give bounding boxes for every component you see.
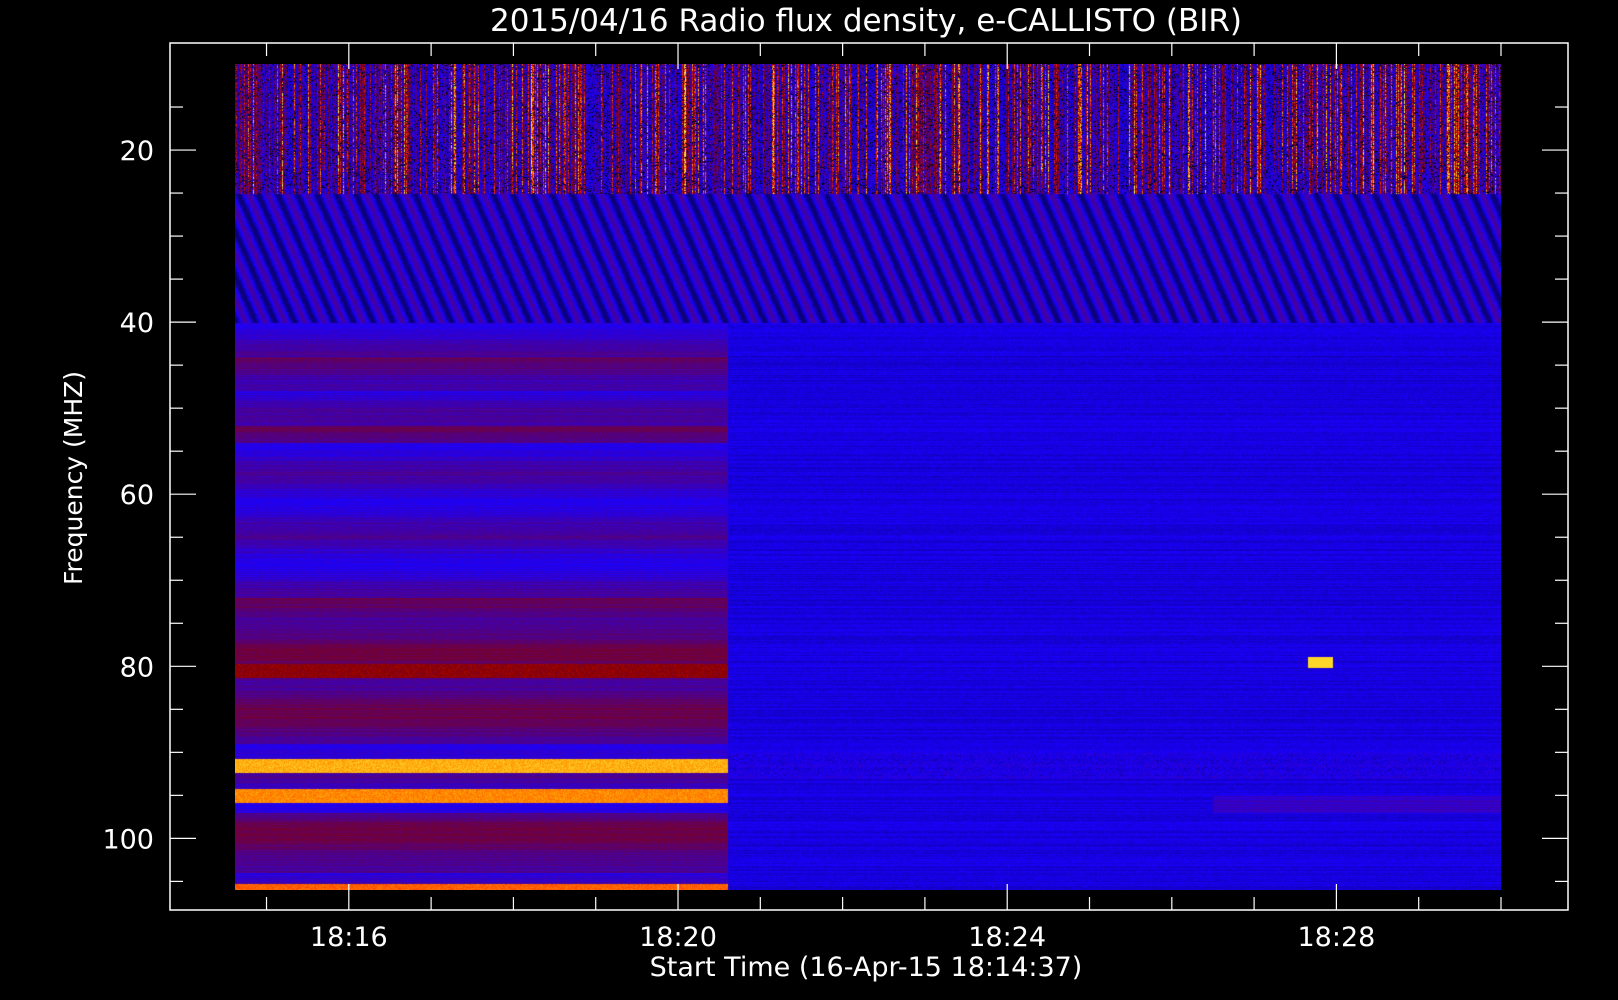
x-tick-label: 18:20 [639, 922, 717, 953]
x-tick-label: 18:16 [310, 922, 388, 953]
x-axis-label: Start Time (16-Apr-15 18:14:37) [650, 952, 1083, 983]
y-axis-label: Frequency (MHZ) [59, 371, 88, 585]
y-tick-label: 20 [120, 136, 154, 167]
spectrogram-image [235, 64, 1501, 890]
y-tick-label: 60 [120, 480, 154, 511]
x-tick-label: 18:28 [1297, 922, 1375, 953]
chart-title: 2015/04/16 Radio flux density, e-CALLIST… [490, 3, 1242, 39]
spectrogram-heatmap [235, 64, 1501, 890]
spectrogram-chart: 2015/04/16 Radio flux density, e-CALLIST… [0, 0, 1618, 1000]
y-tick-label: 80 [120, 652, 154, 683]
y-tick-label: 100 [102, 824, 154, 855]
y-tick-label: 40 [120, 308, 154, 339]
x-tick-label: 18:24 [968, 922, 1046, 953]
